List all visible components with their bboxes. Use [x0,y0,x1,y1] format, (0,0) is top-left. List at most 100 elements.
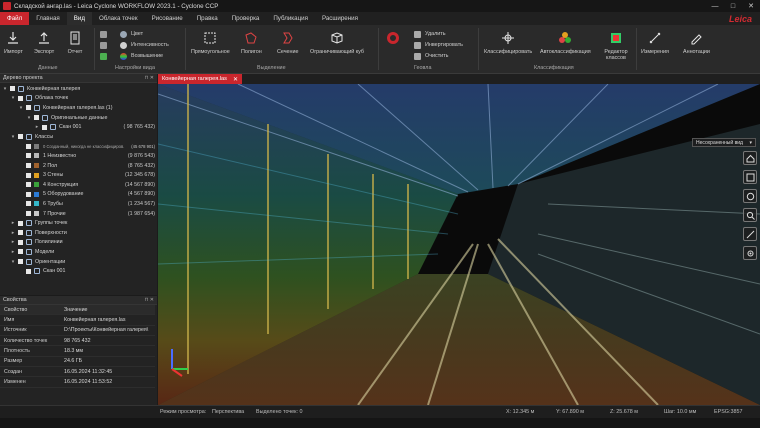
settings-button[interactable] [743,246,757,260]
import-button[interactable]: Импорт [4,30,23,55]
tree-item[interactable]: ▸ Поверхности [10,228,157,238]
class-color-swatch[interactable] [34,182,39,188]
tab-check[interactable]: Проверка [225,12,267,25]
color-toggle[interactable]: Цвет [120,29,143,39]
fence-delete-button[interactable]: Удалить [414,29,446,39]
measure-tool-button[interactable] [743,227,757,241]
visibility-checkbox[interactable] [18,249,23,255]
tree-item[interactable]: 1 Неизвестно (9 876 543) [18,151,157,161]
annotate-button[interactable]: Аннотации [683,30,710,55]
class-editor-button[interactable]: Редактор классов [601,30,631,61]
tree-item[interactable]: ▾ Облака точек [10,94,157,104]
visibility-checkbox[interactable] [26,163,31,169]
tree-item[interactable]: ▸ Скан 001 ( 98 765 432) [34,122,157,132]
expand-toggle-icon[interactable]: ▸ [10,220,16,226]
expand-toggle-icon[interactable]: ▾ [10,95,16,101]
view-mode-2[interactable] [100,40,111,50]
tree-item[interactable]: 6 Трубы (1 234 567) [18,199,157,209]
view-mode-3[interactable] [100,51,111,61]
expand-toggle-icon[interactable]: ▾ [26,115,32,121]
close-tab-icon[interactable]: ✕ [233,76,238,83]
visibility-checkbox[interactable] [26,268,31,274]
tree-item[interactable]: ▾ Оригинальные данные [26,113,157,123]
tree-item[interactable]: ▸ Группы точек [10,218,157,228]
close-button[interactable]: ✕ [742,2,760,10]
maximize-button[interactable]: □ [724,3,742,10]
visibility-checkbox[interactable] [18,230,23,236]
saved-view-dropdown[interactable]: Несохраненный вид ▾ [692,138,756,147]
section-button[interactable]: Сечение [277,30,299,55]
pin-icon[interactable]: ⊓ ✕ [145,75,154,81]
visibility-checkbox[interactable] [34,115,39,121]
point-cloud-viewport[interactable]: Несохраненный вид ▾ [158,84,760,405]
visibility-checkbox[interactable] [26,191,31,197]
tree-item[interactable]: 5 Оборудование (4 567 890) [18,190,157,200]
expand-toggle-icon[interactable]: ▸ [10,249,16,255]
expand-toggle-icon[interactable]: ▸ [10,230,16,236]
class-color-swatch[interactable] [34,163,39,169]
visibility-checkbox[interactable] [26,211,31,217]
expand-toggle-icon[interactable]: ▸ [34,124,40,130]
tree-item[interactable]: ▾ Конвейерная галерея.las (1) [18,103,157,113]
visibility-checkbox[interactable] [18,95,23,101]
document-tab[interactable]: Конвейерная галерея.las ✕ [158,74,242,84]
orbit-button[interactable] [743,189,757,203]
export-button[interactable]: Экспорт [34,30,54,55]
tree-item[interactable]: 0 Созданный, никогда не классифициров. (4… [18,142,157,152]
visibility-checkbox[interactable] [26,105,31,111]
visibility-checkbox[interactable] [18,259,23,265]
visibility-checkbox[interactable] [26,172,31,178]
fence-invert-button[interactable]: Инвертировать [414,40,463,50]
minimize-button[interactable]: — [706,3,724,10]
elevation-toggle[interactable]: Возвышение [120,51,163,61]
tree-item[interactable]: 3 Стены (12 345 678) [18,170,157,180]
classify-button[interactable]: Классифицировать [484,30,532,55]
tab-file[interactable]: Файл [0,12,30,25]
crs-selector[interactable]: EPSG:3857 [714,409,742,415]
visibility-checkbox[interactable] [26,153,31,159]
visibility-checkbox[interactable] [26,143,31,149]
tree-item[interactable]: Скан 001 [18,266,157,276]
polygon-select-button[interactable]: Полигон [241,30,262,55]
expand-toggle-icon[interactable]: ▾ [2,86,8,92]
tab-home[interactable]: Главная [29,12,67,25]
bounding-cube-button[interactable]: Ограничивающий куб [310,30,364,55]
tab-view[interactable]: Вид [66,12,92,25]
class-color-swatch[interactable] [34,191,39,197]
auto-classify-button[interactable]: Автоклассификация [540,30,591,55]
report-button[interactable]: Отчет [67,30,83,55]
visibility-checkbox[interactable] [26,201,31,207]
tree-item[interactable]: 4 Конструкция (14 567 890) [18,180,157,190]
visibility-checkbox[interactable] [42,124,47,130]
class-color-swatch[interactable] [34,201,39,207]
visibility-checkbox[interactable] [18,134,23,140]
home-view-button[interactable] [743,151,757,165]
visibility-checkbox[interactable] [18,239,23,245]
tab-publish[interactable]: Публикация [266,12,315,25]
pin-icon[interactable]: ⊓ ✕ [145,297,154,303]
rectangle-select-button[interactable]: Прямоугольное [191,30,230,55]
class-color-swatch[interactable] [34,211,39,217]
tab-edit[interactable]: Правка [190,12,225,25]
tree-item[interactable]: ▾ Конвейерная галерея [2,84,157,94]
class-color-swatch[interactable] [34,172,39,178]
tree-item[interactable]: ▾ Ориентации [10,257,157,267]
visibility-checkbox[interactable] [10,86,15,92]
zoom-button[interactable] [743,208,757,222]
tab-draw[interactable]: Рисование [145,12,190,25]
fence-clear-button[interactable]: Очистить [414,51,448,61]
tree-item[interactable]: 2 Пол (8 765 432) [18,161,157,171]
view-mode-1[interactable] [100,29,111,39]
expand-toggle-icon[interactable]: ▾ [10,134,16,140]
intensity-toggle[interactable]: Интенсивность [120,40,169,50]
visibility-checkbox[interactable] [18,220,23,226]
tree-item[interactable]: ▸ Полилинии [10,238,157,248]
class-color-swatch[interactable] [34,153,39,159]
tab-extensions[interactable]: Расширения [315,12,365,25]
expand-toggle-icon[interactable]: ▾ [10,259,16,265]
visibility-checkbox[interactable] [26,182,31,188]
fence-button[interactable] [385,30,401,49]
measure-button[interactable]: Измерения [641,30,669,55]
tree-item[interactable]: ▸ Модели [10,247,157,257]
tree-item[interactable]: 7 Прочие (1 987 654) [18,209,157,219]
